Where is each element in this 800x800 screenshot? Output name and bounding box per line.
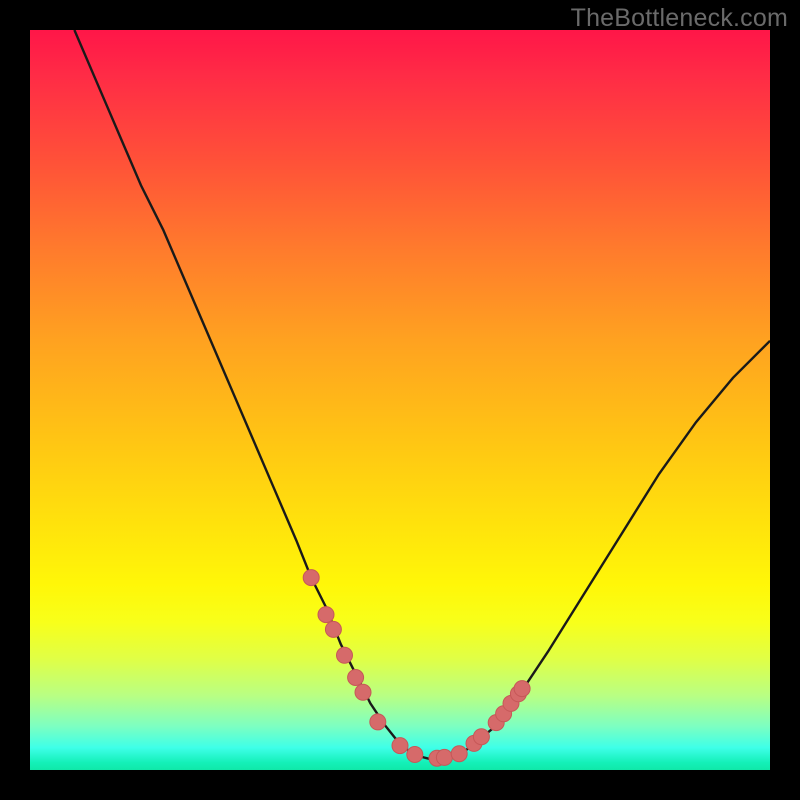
curve-marker (303, 570, 319, 586)
chart-frame: TheBottleneck.com (0, 0, 800, 800)
curve-marker (473, 729, 489, 745)
curve-marker (392, 738, 408, 754)
curve-marker (370, 714, 386, 730)
bottleneck-curve (74, 30, 770, 759)
curve-marker (325, 621, 341, 637)
curve-marker (348, 670, 364, 686)
bottleneck-curve-svg (30, 30, 770, 770)
plot-area (30, 30, 770, 770)
curve-marker (355, 684, 371, 700)
curve-markers (303, 570, 530, 767)
curve-marker (407, 747, 423, 763)
curve-marker (436, 749, 452, 765)
curve-marker (514, 681, 530, 697)
curve-marker (318, 607, 334, 623)
curve-marker (337, 647, 353, 663)
curve-marker (451, 746, 467, 762)
watermark-text: TheBottleneck.com (571, 4, 788, 33)
